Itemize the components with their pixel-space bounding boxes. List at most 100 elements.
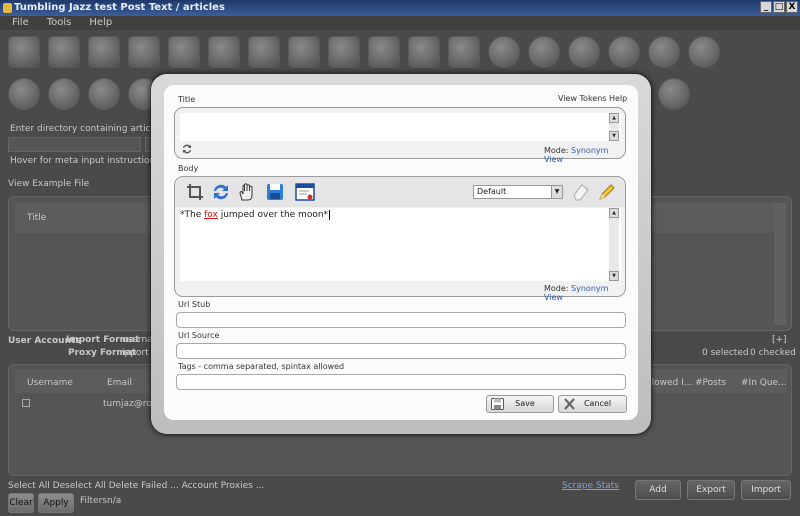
window-titlebar[interactable]: Tumbling Jazz test Post Text / articles … <box>0 0 800 16</box>
scroll-up-icon[interactable]: ▲ <box>609 113 619 123</box>
menu-tools[interactable]: Tools <box>47 16 72 30</box>
tags-label: Tags - comma separated, spintax allowed <box>178 362 345 371</box>
selected-count: 0 selected <box>702 348 749 358</box>
toolbar-row-1 <box>8 36 720 68</box>
eraser-icon[interactable] <box>571 182 591 202</box>
body-scroll-up-icon[interactable]: ▲ <box>609 208 619 218</box>
clapper-icon[interactable] <box>208 36 240 68</box>
user-icon[interactable] <box>528 36 560 68</box>
chevron-down-icon[interactable]: ▼ <box>551 186 562 198</box>
view-tokens-help-link[interactable]: View Tokens Help <box>558 94 627 103</box>
sync-icon[interactable] <box>211 182 231 202</box>
body-mode: Mode: Synonym View <box>544 284 625 302</box>
filters-label: Filters <box>80 496 107 506</box>
col-username[interactable]: Username <box>27 378 73 388</box>
col-email[interactable]: Email <box>107 378 132 388</box>
heart-icon[interactable] <box>608 36 640 68</box>
url-stub-label: Url Stub <box>178 300 211 309</box>
crop-icon[interactable] <box>185 182 205 202</box>
url-stub-input[interactable] <box>176 312 626 328</box>
body-text-end: jumped over the moon* <box>217 210 329 220</box>
menu-file[interactable]: File <box>12 16 29 30</box>
redo-icon[interactable] <box>448 36 480 68</box>
body-scrollbar[interactable]: ▲ ▼ <box>609 208 619 281</box>
proxy-format-value: ipport <box>122 348 149 358</box>
youtube-icon[interactable] <box>168 36 200 68</box>
globe-icon[interactable] <box>8 78 40 110</box>
scrape-stats-link[interactable]: Scrape Stats <box>562 481 619 491</box>
col-in-queue[interactable]: #In Que... <box>741 378 787 388</box>
body-scroll-down-icon[interactable]: ▼ <box>609 271 619 281</box>
apply-button[interactable]: Apply <box>38 493 74 513</box>
add-button[interactable]: Add <box>635 480 681 500</box>
edit-article-icon[interactable] <box>8 36 40 68</box>
heart-broken-icon[interactable] <box>648 36 680 68</box>
rss-feed-icon[interactable] <box>328 36 360 68</box>
style-dropdown-value: Default <box>477 187 507 196</box>
dir-input[interactable] <box>8 137 141 152</box>
cancel-button[interactable]: Cancel <box>558 395 627 413</box>
cancel-label: Cancel <box>583 399 612 408</box>
body-panel: Default ▼ *The fox jumped over the moon*… <box>174 176 626 302</box>
user-add-icon[interactable] <box>88 78 120 110</box>
menu-bar: File Tools Help <box>0 16 800 30</box>
checked-count: 0 checked <box>750 348 796 358</box>
export-button[interactable]: Export <box>687 480 735 500</box>
toolbar-row-2 <box>8 78 160 110</box>
rss-image-icon[interactable] <box>128 36 160 68</box>
rss-link-icon[interactable] <box>408 36 440 68</box>
title-scrollbar[interactable]: ▲ ▼ <box>609 113 619 141</box>
body-text-misspelled: fox <box>204 210 218 220</box>
style-dropdown[interactable]: Default ▼ <box>473 185 563 199</box>
import-label: Import <box>751 485 781 495</box>
window-title: Tumbling Jazz test Post Text / articles <box>14 2 225 13</box>
dir-label: Enter directory containing articles <box>10 124 164 134</box>
import-button[interactable]: Import <box>741 480 791 500</box>
account-actions[interactable]: Select All Deselect All Delete Failed ..… <box>8 481 264 491</box>
user-remove-icon[interactable] <box>568 36 600 68</box>
refresh-icon[interactable] <box>181 143 193 155</box>
rss-edit-icon[interactable] <box>48 36 80 68</box>
post-text-dialog: Title View Tokens Help ▲ ▼ Mode: Synonym… <box>164 85 638 420</box>
pencil-icon[interactable] <box>597 182 617 202</box>
url-source-input[interactable] <box>176 343 626 359</box>
window-icon[interactable] <box>295 182 315 202</box>
heart-square-icon[interactable] <box>48 78 80 110</box>
cloud-upload-icon[interactable] <box>288 36 320 68</box>
save-label: Save <box>515 399 535 408</box>
body-editor[interactable]: *The fox jumped over the moon* <box>180 208 621 281</box>
lifesaver-icon[interactable] <box>688 36 720 68</box>
tags-input[interactable] <box>176 374 626 390</box>
expand-toggle[interactable]: [+] <box>772 335 787 345</box>
minimize-button[interactable]: _ <box>760 1 772 13</box>
col-posts[interactable]: #Posts <box>695 378 726 388</box>
body-label: Body <box>178 164 199 173</box>
save-disk-icon[interactable] <box>265 182 285 202</box>
row-checkbox[interactable] <box>22 399 30 407</box>
rss-video-icon[interactable] <box>248 36 280 68</box>
title-mode: Mode: Synonym View <box>544 146 625 164</box>
view-example-link[interactable]: View Example File <box>8 179 89 189</box>
url-source-label: Url Source <box>178 331 220 340</box>
hand-icon[interactable] <box>237 182 257 202</box>
linux-icon[interactable] <box>658 78 690 110</box>
close-button[interactable]: X <box>786 1 798 13</box>
export-label: Export <box>696 485 726 495</box>
app-icon <box>3 3 12 13</box>
spinner-icon[interactable] <box>488 36 520 68</box>
title-input[interactable] <box>180 113 621 141</box>
title-panel: ▲ ▼ Mode: Synonym View <box>174 107 626 164</box>
filters-value: n/a <box>107 496 122 506</box>
title-label: Title <box>178 95 196 104</box>
menu-help[interactable]: Help <box>89 16 112 30</box>
save-button[interactable]: Save <box>486 395 554 413</box>
add-label: Add <box>649 485 667 495</box>
clear-button[interactable]: Clear <box>8 493 34 513</box>
image-icon[interactable] <box>88 36 120 68</box>
text-cursor <box>329 210 331 220</box>
list-header-title: Title <box>27 213 47 223</box>
link-icon[interactable] <box>368 36 400 68</box>
maximize-button[interactable]: □ <box>773 1 785 13</box>
scroll-down-icon[interactable]: ▼ <box>609 131 619 141</box>
body-text-start: *The <box>180 210 205 220</box>
